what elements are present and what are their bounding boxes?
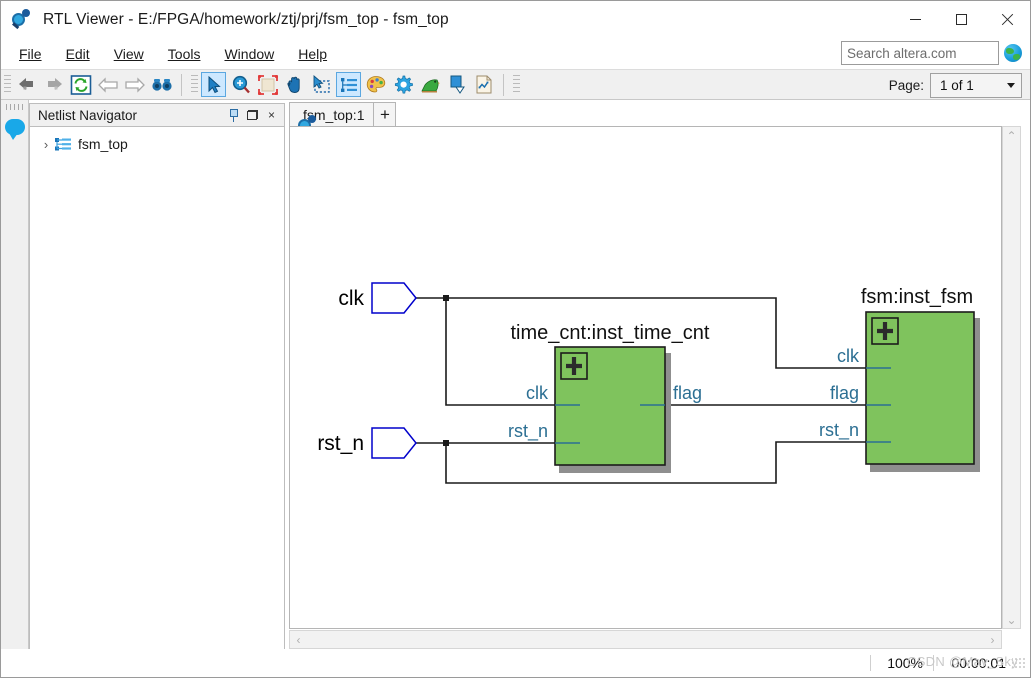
rtl-viewer-window: RTL Viewer - E:/FPGA/homework/ztj/prj/fs… [0, 0, 1031, 678]
back-icon[interactable] [14, 72, 39, 97]
next-page-icon[interactable] [122, 72, 147, 97]
block-inst-time-cnt[interactable]: time_cnt:inst_time_cnt clk rst_n flag [508, 322, 710, 473]
input-port-rst-n-label: rst_n [317, 432, 364, 455]
page-select[interactable]: 1 of 1 [930, 73, 1022, 98]
close-button[interactable] [984, 1, 1030, 38]
settings-gear-icon[interactable] [390, 72, 415, 97]
junction-rstn [443, 440, 449, 446]
block-inst-fsm[interactable]: fsm:inst_fsm clk flag rst_n [819, 286, 980, 472]
hierarchy-icon [55, 137, 72, 152]
schematic-svg: clk rst_n time_cnt:inst_time_cnt clk rst… [317, 282, 980, 484]
page-control: Page: 1 of 1 [889, 73, 1022, 98]
float-panel-button[interactable] [243, 106, 262, 125]
zoom-tool-icon[interactable] [228, 72, 253, 97]
globe-icon[interactable] [1004, 44, 1022, 62]
left-rail [1, 100, 29, 677]
netlist-navigator-tree: › fsm_top [29, 127, 285, 654]
block-inst-time-cnt-title: time_cnt:inst_time_cnt [511, 322, 710, 344]
menu-bar: File Edit View Tools Window Help [1, 38, 1030, 69]
port-label-clk: clk [526, 383, 549, 403]
bird-probe-icon[interactable] [417, 72, 442, 97]
toolbar-separator [181, 73, 182, 96]
menu-tools[interactable]: Tools [157, 43, 212, 65]
input-port-clk[interactable]: clk [338, 282, 417, 314]
previous-page-icon[interactable] [95, 72, 120, 97]
maximize-button[interactable] [938, 1, 984, 38]
chat-bubble-icon[interactable] [4, 119, 25, 140]
menu-edit[interactable]: Edit [55, 43, 101, 65]
status-separator-2 [933, 655, 934, 671]
select-tool-icon[interactable] [201, 72, 226, 97]
hand-tool-icon[interactable] [282, 72, 307, 97]
menu-help[interactable]: Help [287, 43, 338, 65]
title-bar: RTL Viewer - E:/FPGA/homework/ztj/prj/fs… [1, 1, 1030, 38]
netlist-navigator-title: Netlist Navigator [38, 107, 138, 123]
tree-item-label: fsm_top [78, 136, 128, 152]
tab-strip: fsm_top:1 + [289, 102, 1002, 136]
port-label-fsm-rst-n: rst_n [819, 420, 859, 441]
resize-grip[interactable] [1012, 656, 1026, 670]
window-title: RTL Viewer - E:/FPGA/homework/ztj/prj/fs… [43, 10, 449, 28]
page-label: Page: [888, 78, 924, 93]
scroll-right-icon[interactable]: › [984, 631, 1001, 648]
toolbar: Page: 1 of 1 [1, 69, 1030, 100]
port-label-fsm-clk: clk [837, 346, 860, 366]
filter-icon[interactable] [444, 72, 469, 97]
menu-view[interactable]: View [103, 43, 155, 65]
fit-in-window-icon[interactable] [255, 72, 280, 97]
status-bar: 100% 00:00:01 [1, 649, 1030, 677]
search-input[interactable] [841, 41, 999, 65]
tree-item-fsm-top[interactable]: › fsm_top [30, 133, 284, 155]
forward-icon[interactable] [41, 72, 66, 97]
pin-panel-button[interactable] [224, 106, 243, 125]
menu-help-label: Help [298, 45, 328, 62]
toolbar-grip-1[interactable] [4, 74, 11, 95]
find-icon[interactable] [149, 72, 174, 97]
toolbar-separator-2 [503, 73, 504, 96]
elapsed-time: 00:00:01 [951, 655, 1007, 671]
input-port-rst-n[interactable]: rst_n [317, 427, 417, 459]
new-tab-button[interactable]: + [374, 102, 397, 127]
menu-tools-label: Tools [167, 45, 201, 62]
window-controls [892, 1, 1030, 38]
scroll-down-icon[interactable]: ⌄ [1003, 611, 1020, 628]
menu-window-label: Window [224, 45, 275, 62]
menu-view-label: View [113, 45, 144, 62]
refresh-icon[interactable] [68, 72, 93, 97]
color-palette-icon[interactable] [363, 72, 388, 97]
toolbar-grip-3[interactable] [513, 74, 520, 95]
netlist-navigator-header: Netlist Navigator × [29, 103, 285, 127]
schematic-canvas[interactable]: clk rst_n time_cnt:inst_time_cnt clk rst… [289, 126, 1002, 629]
port-label-flag: flag [673, 383, 702, 403]
chevron-down-icon [1007, 83, 1015, 88]
status-separator [870, 655, 871, 671]
export-page-icon[interactable] [471, 72, 496, 97]
zoom-level: 100% [887, 655, 923, 671]
menu-file-label: File [19, 45, 42, 62]
menu-window[interactable]: Window [213, 43, 285, 65]
close-panel-button[interactable]: × [262, 106, 281, 125]
scroll-up-icon[interactable]: ⌃ [1003, 127, 1020, 144]
port-label-rst-n: rst_n [508, 421, 548, 442]
horizontal-scrollbar[interactable]: ‹ › [289, 630, 1002, 649]
block-inst-fsm-title: fsm:inst_fsm [861, 286, 973, 308]
page-select-value: 1 of 1 [940, 78, 974, 93]
port-label-fsm-flag: flag [830, 383, 859, 403]
vertical-scrollbar[interactable]: ⌃ ⌄ [1002, 126, 1021, 629]
junction-clk [443, 295, 449, 301]
chevron-right-icon[interactable]: › [38, 137, 54, 152]
netlist-navigator-panel: Netlist Navigator × › fsm_top [29, 103, 285, 654]
toolbar-grip-2[interactable] [191, 74, 198, 95]
area-select-icon[interactable] [309, 72, 334, 97]
tab-fsm-top-1[interactable]: fsm_top:1 [289, 102, 375, 136]
search-area [841, 41, 1022, 65]
menu-file[interactable]: File [8, 43, 53, 65]
netlist-navigator-icon[interactable] [336, 72, 361, 97]
minimize-button[interactable] [892, 1, 938, 38]
input-port-clk-label: clk [338, 287, 364, 310]
left-rail-grip[interactable] [5, 104, 24, 110]
menu-edit-label: Edit [65, 45, 90, 62]
rtl-viewer-magnifier-icon [11, 8, 37, 31]
scroll-left-icon[interactable]: ‹ [290, 631, 307, 648]
